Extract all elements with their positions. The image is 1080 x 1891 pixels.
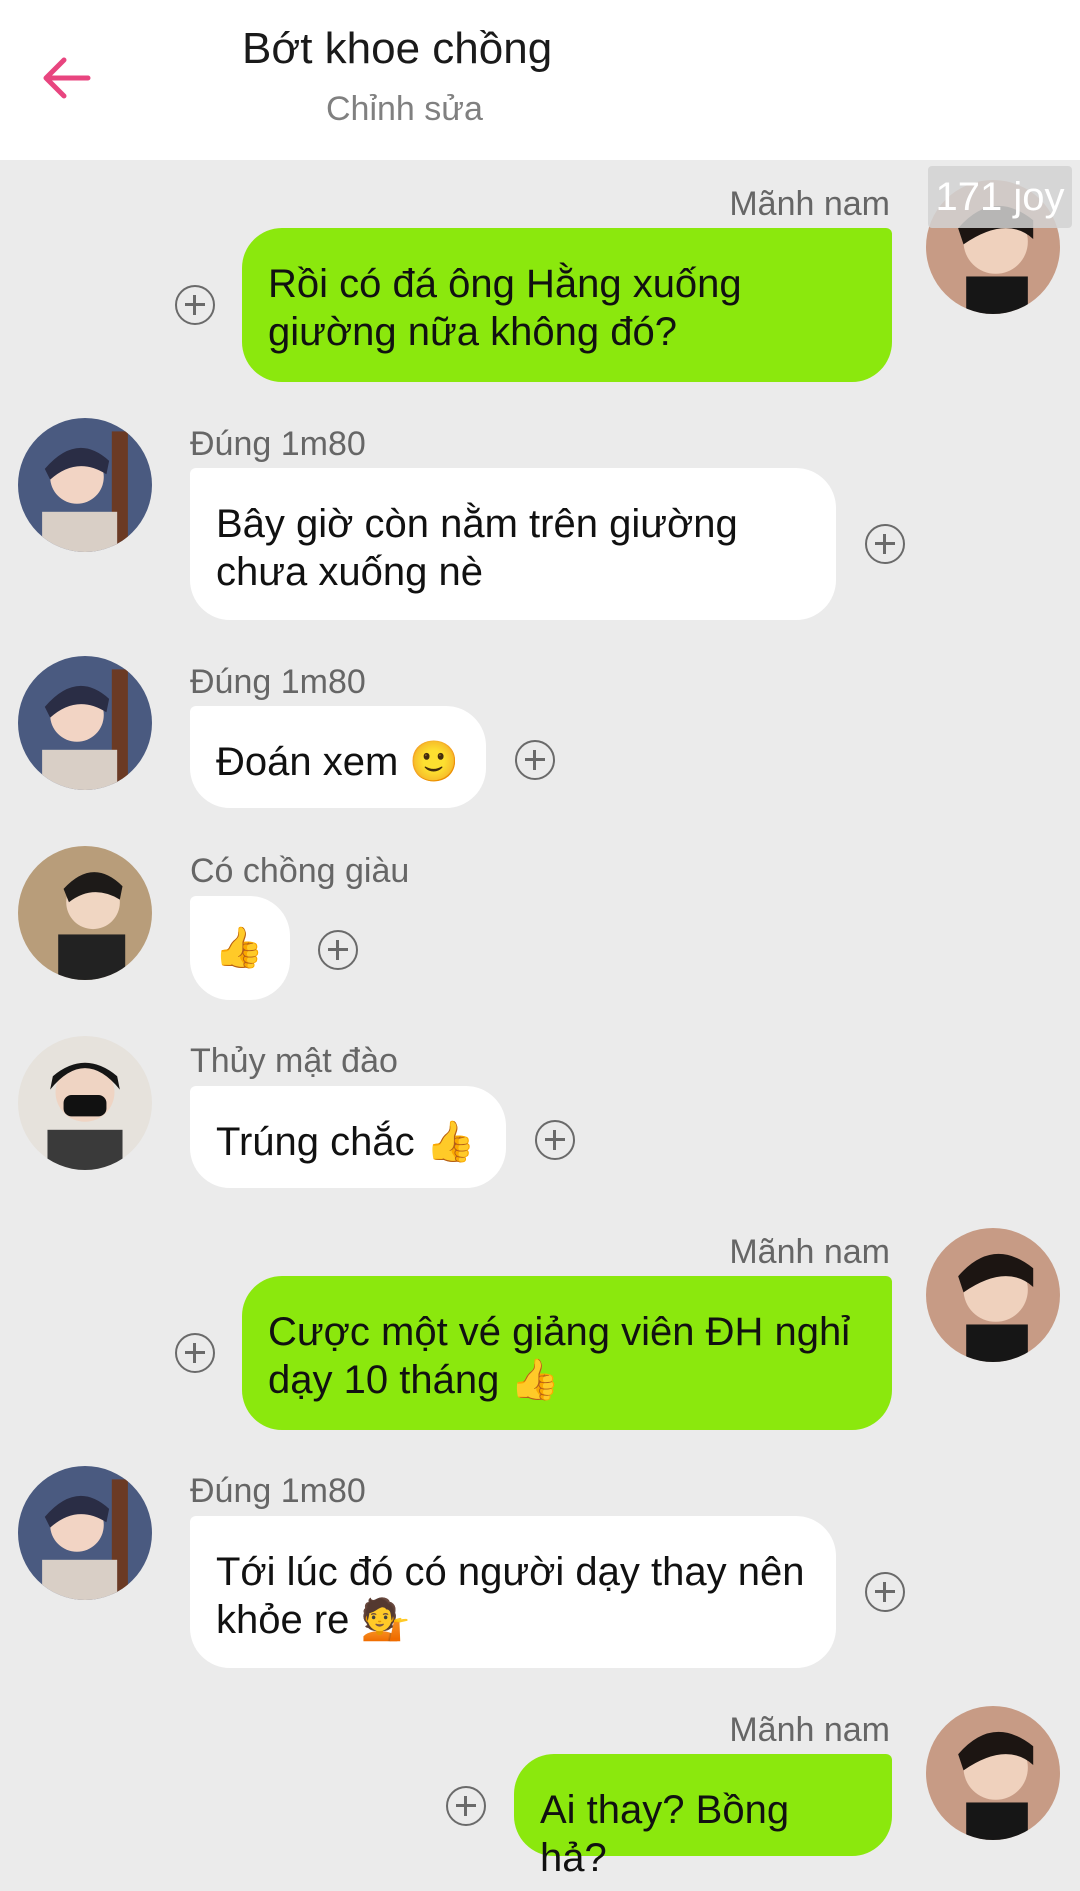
sender-name: Thủy mật đào [190,1042,398,1080]
message-text: giường nữa không đó? [268,310,677,354]
message-text: Rồi có đá ông Hằng xuống [268,262,742,306]
add-reaction-icon[interactable] [535,1120,575,1160]
back-button[interactable] [34,46,98,110]
watermark-text: 171 joy [928,166,1072,228]
message-bubble-outgoing[interactable]: Ai thay? Bồng hả? [514,1754,892,1880]
add-reaction-icon[interactable] [175,1333,215,1373]
message-text: dạy 10 tháng 👍 [268,1358,561,1402]
message-text: Trúng chắc 👍 [216,1120,476,1164]
sender-name: Đúng 1m80 [190,1472,366,1510]
chat-header: Bớt khoe chồng Chỉnh sửa [0,0,1080,160]
message-bubble-incoming[interactable]: 👍 [190,896,290,1000]
avatar-dung-1m80[interactable] [18,656,152,790]
message-bubble-incoming[interactable]: Tới lúc đó có người dạy thay nên khỏe re… [190,1516,836,1668]
chat-title[interactable]: Bớt khoe chồng [242,24,552,74]
avatar-manh-nam[interactable] [926,1706,1060,1840]
avatar-manh-nam[interactable] [926,1228,1060,1362]
sender-name: Mãnh nam [729,185,890,223]
message-text: Cược một vé giảng viên ĐH nghỉ [268,1310,851,1354]
add-reaction-icon[interactable] [318,930,358,970]
message-text: chưa xuống nè [216,550,483,594]
message-bubble-incoming[interactable]: Bây giờ còn nằm trên giường chưa xuống n… [190,468,836,620]
message-text: Ai thay? Bồng hả? [540,1788,790,1880]
avatar-dung-1m80[interactable] [18,1466,152,1600]
add-reaction-icon[interactable] [515,740,555,780]
sender-name: Mãnh nam [729,1711,890,1749]
add-reaction-icon[interactable] [865,524,905,564]
message-text: Tới lúc đó có người dạy thay nên [216,1550,805,1594]
sender-name: Mãnh nam [729,1233,890,1271]
message-text: khỏe re 💁 [216,1598,411,1642]
sender-name: Đúng 1m80 [190,663,366,701]
add-reaction-icon[interactable] [175,285,215,325]
avatar-thuy-mat-dao[interactable] [18,1036,152,1170]
sender-name: Có chồng giàu [190,852,410,890]
message-bubble-incoming[interactable]: Trúng chắc 👍 [190,1086,506,1188]
sender-name: Đúng 1m80 [190,425,366,463]
avatar-dung-1m80[interactable] [18,418,152,552]
message-bubble-outgoing[interactable]: Cược một vé giảng viên ĐH nghỉ dạy 10 th… [242,1276,892,1430]
edit-link[interactable]: Chỉnh sửa [326,90,483,129]
message-bubble-outgoing[interactable]: Rồi có đá ông Hằng xuống giường nữa khôn… [242,228,892,382]
message-text: Bây giờ còn nằm trên giường [216,502,738,546]
message-bubble-incoming[interactable]: Đoán xem 🙂 [190,706,486,808]
avatar-co-chong-giau[interactable] [18,846,152,980]
add-reaction-icon[interactable] [446,1786,486,1826]
arrow-left-icon [43,57,91,99]
add-reaction-icon[interactable] [865,1572,905,1612]
message-text: 👍 [214,926,264,970]
message-text: Đoán xem 🙂 [216,740,460,784]
